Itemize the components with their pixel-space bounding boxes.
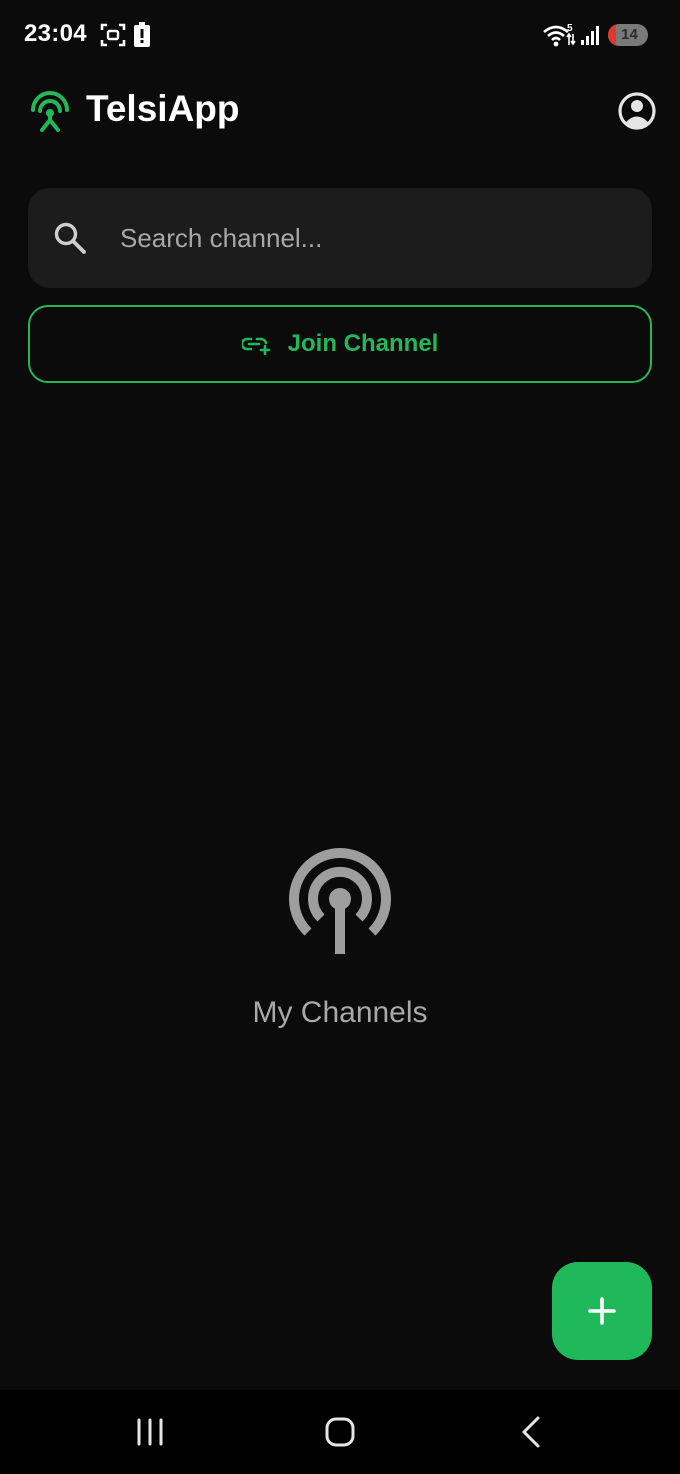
svg-text:5: 5 [567,23,573,34]
system-nav-bar [0,1390,680,1474]
antenna-icon [31,91,69,132]
screenshot-icon [100,23,126,47]
back-icon[interactable] [508,1410,552,1454]
podcast-antenna-icon [289,848,391,954]
signal-icon [581,26,599,45]
account-circle-icon[interactable] [618,92,656,130]
add-channel-button[interactable] [552,1262,652,1360]
status-bar: 23:04 5 14 [0,0,680,70]
join-channel-label: Join Channel [287,330,439,357]
battery-indicator: 14 [608,24,648,46]
recent-apps-icon[interactable] [128,1410,172,1454]
join-channel-button[interactable]: Join Channel [28,305,652,383]
app-bar: TelsiApp [0,80,680,142]
link-add-icon [241,337,270,355]
battery-level: 14 [621,26,638,43]
empty-state-label: My Channels [252,996,428,1029]
battery-alert-icon [134,22,150,47]
search-input[interactable] [120,212,620,264]
plus-icon [588,1297,616,1325]
app-screen: 23:04 5 14 TelsiApp Search channel... Jo… [0,0,680,1474]
status-time: 23:04 [24,20,87,47]
app-title: TelsiApp [86,88,240,129]
search-icon [54,222,86,254]
wifi-icon: 5 [543,23,576,47]
home-icon[interactable] [318,1410,362,1454]
